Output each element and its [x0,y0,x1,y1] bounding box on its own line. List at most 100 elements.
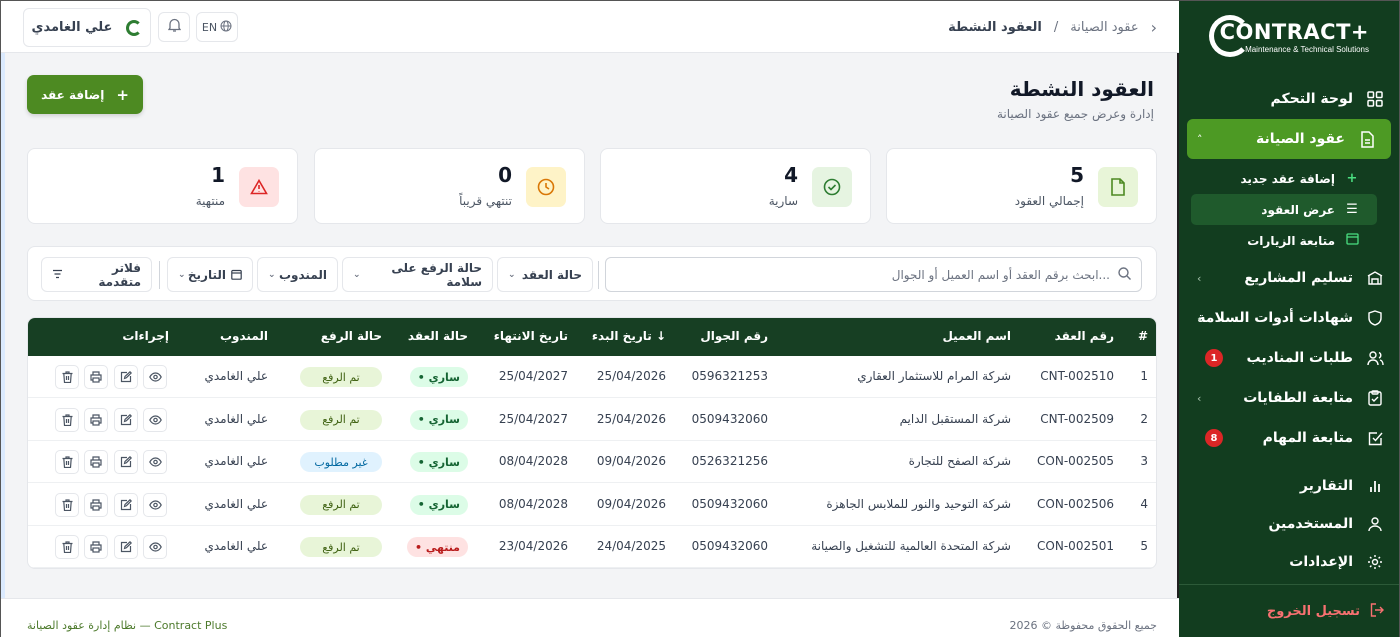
table-row[interactable]: 1 CNT-002510 شركة المرام للاستثمار العقاري… [28,356,1156,398]
col-rep[interactable]: المندوب [220,329,268,343]
delete-button[interactable] [55,407,79,432]
cell-rep: علي الغامدي [204,539,268,554]
filter-label: فلاتر متقدمة [98,260,141,289]
delete-button[interactable] [55,535,79,560]
sidebar-item-project-handover[interactable]: ‹ تسليم المشاريع [1179,258,1399,298]
print-button[interactable] [84,450,108,475]
sidebar-item-dashboard[interactable]: لوحة التحكم [1179,79,1399,119]
col-end-date[interactable]: تاريخ الانتهاء [494,329,568,343]
view-button[interactable] [143,365,167,389]
view-button[interactable] [143,407,167,432]
sidebar-sub-add-contract[interactable]: إضافة عقد جديد + [1179,163,1399,194]
sidebar-item-settings[interactable]: الإعدادات [1179,542,1399,582]
search-placeholder: ابحث برقم العقد أو اسم العميل أو الجوال.… [891,267,1110,282]
breadcrumb-parent[interactable]: عقود الصيانة [1070,20,1138,35]
view-button[interactable] [143,535,167,560]
stat-value: 1 [211,163,225,187]
table-row[interactable]: 4 CON-002506 شركة التوحيد والنور للملابس ا… [28,484,1156,526]
warning-icon [239,167,279,207]
upload-badge: غير مطلوب [300,452,382,473]
cell-index: 2 [1140,411,1148,426]
user-menu[interactable]: علي الغامدي [23,8,151,47]
rep-filter[interactable]: المندوب ⌄ [257,257,338,292]
delete-button[interactable] [55,492,79,517]
search-input[interactable]: ابحث برقم العقد أو اسم العميل أو الجوال.… [605,257,1142,292]
status-badge: • ساري [409,367,468,387]
print-button[interactable] [84,365,108,389]
sidebar-item-label: تسليم المشاريع [1244,270,1353,286]
sidebar-item-maintenance-contracts[interactable]: ˄ عقود الصيانة [1187,119,1391,159]
bell-icon [167,18,181,36]
stat-label: سارية [768,194,798,208]
calendar-icon [231,269,242,280]
edit-button[interactable] [114,492,138,517]
sidebar-sub-visits[interactable]: متابعة الزيارات [1179,225,1399,256]
edit-button[interactable] [114,535,138,560]
status-filter[interactable]: حالة العقد ⌄ [497,257,593,292]
breadcrumb-separator: / [1053,20,1059,35]
document-icon [1357,129,1377,149]
file-icon [1098,167,1138,207]
logout-icon [1370,602,1385,621]
delete-button[interactable] [55,450,79,475]
cell-rep: علي الغامدي [204,454,268,469]
sidebar-item-rep-requests[interactable]: 1 طلبات المناديب [1179,338,1399,378]
col-phone[interactable]: رقم الجوال [700,329,768,343]
stats-row: 5 إجمالي العقود 4 سارية 0 تنتهي قريباً 1… [27,148,1157,224]
filter-label: التاريخ [187,267,226,282]
print-button[interactable] [84,535,108,560]
pencil-icon [120,456,132,468]
add-contract-button[interactable]: إضافة عقد + [27,75,143,114]
upload-badge: تم الرفع [300,409,382,430]
page-subtitle: إدارة وعرض جميع عقود الصيانة [996,107,1154,121]
cell-contract-no[interactable]: CNT-002510 [1040,369,1114,383]
table-row[interactable]: 3 CON-002505 شركة الصفح للتجارة 0526321256 0… [28,441,1156,484]
col-start-date[interactable]: تاريخ البدء ↓ [592,329,666,343]
delete-button[interactable] [55,365,79,389]
chevron-right-icon[interactable]: › [1151,18,1157,37]
print-button[interactable] [84,492,108,517]
plus-icon: + [116,85,129,104]
sidebar-item-extinguishers[interactable]: ‹ متابعة الطفايات [1179,378,1399,418]
language-switch[interactable]: EN [196,12,238,42]
advanced-filters-button[interactable]: فلاتر متقدمة [41,257,152,292]
edit-button[interactable] [114,407,138,432]
cell-client: شركة المرام للاستثمار العقاري [857,369,1011,383]
edit-button[interactable] [114,450,138,475]
sidebar-item-tasks[interactable]: 8 متابعة المهام [1179,418,1399,458]
checkbox-icon [1365,428,1385,448]
filter-label: حالة العقد [521,267,582,282]
col-status[interactable]: حالة العقد [408,329,468,343]
sidebar-item-label: الإعدادات [1289,554,1353,570]
upload-status-filter[interactable]: حالة الرفع على سلامة ⌄ [342,257,493,292]
col-upload[interactable]: حالة الرفع [321,329,382,343]
cell-contract-no[interactable]: CNT-002509 [1040,412,1114,426]
cell-contract-no[interactable]: CON-002505 [1037,454,1114,468]
edit-button[interactable] [114,365,138,389]
sidebar-item-reports[interactable]: التقارير [1179,466,1399,506]
sidebar-nav: لوحة التحكم ˄ عقود الصيانة إضافة عقد جدي… [1179,79,1399,582]
sidebar-item-safety-certificates[interactable]: ‹ شهادات أدوات السلامة [1179,298,1399,338]
stat-label: منتهية [195,194,225,208]
table-row[interactable]: 5 CON-002501 شركة المتحدة العالمية للتشغيل… [28,526,1156,568]
cell-contract-no[interactable]: CON-002506 [1037,497,1114,511]
sidebar-item-label: متابعة المهام [1262,430,1353,446]
sidebar-item-users[interactable]: المستخدمين [1179,504,1399,544]
cell-client: شركة الصفح للتجارة [908,454,1011,469]
cell-rep: علي الغامدي [204,369,268,383]
notifications-button[interactable] [158,12,190,42]
table-row[interactable]: 2 CNT-002509 شركة المستقبل الدايم 050943206… [28,399,1156,441]
print-button[interactable] [84,407,108,432]
view-button[interactable] [143,450,167,475]
cell-contract-no[interactable]: CON-002501 [1037,539,1114,553]
plus-icon: + [1346,171,1358,186]
view-button[interactable] [143,492,167,517]
date-filter[interactable]: التاريخ ⌄ [167,257,253,292]
col-client[interactable]: اسم العميل [942,329,1011,343]
chevron-up-icon: ˄ [1197,132,1203,146]
logout-label: تسجيل الخروج [1266,604,1360,619]
sidebar-sub-view-contracts[interactable]: عرض العقود ☰ [1191,194,1377,225]
col-contract-no[interactable]: رقم العقد [1055,329,1114,343]
stat-label: إجمالي العقود [1014,194,1084,208]
logout-button[interactable]: تسجيل الخروج [1179,584,1399,637]
